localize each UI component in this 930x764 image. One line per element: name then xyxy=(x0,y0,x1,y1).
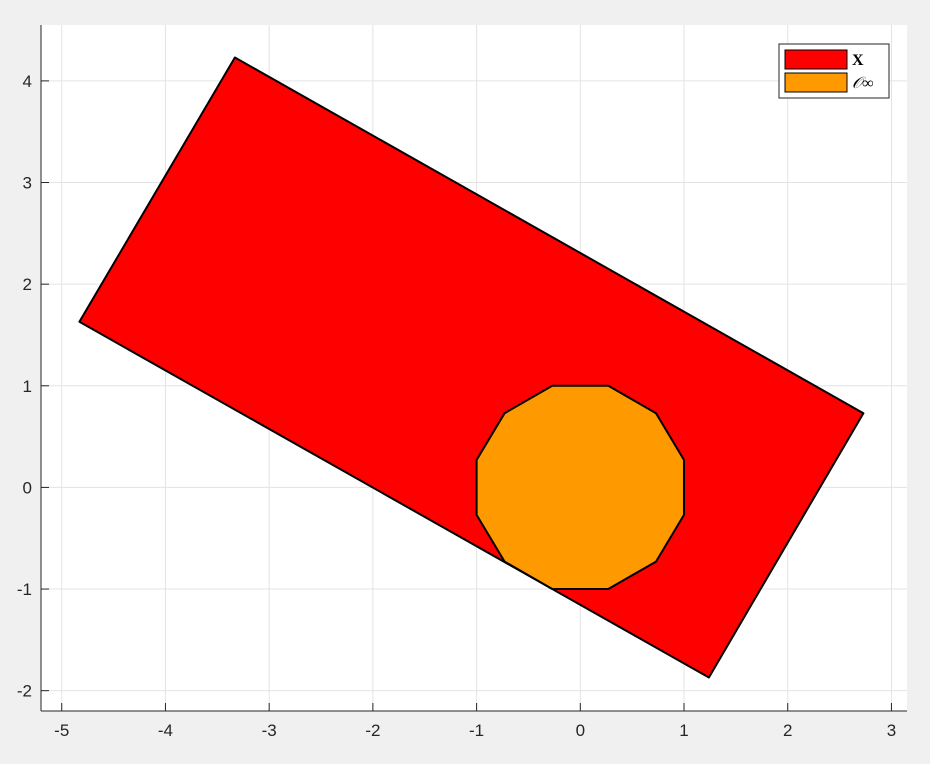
x-tick-label: 3 xyxy=(887,721,896,740)
legend: X 𝒪∞ xyxy=(778,43,890,99)
x-tick-label: -3 xyxy=(262,721,277,740)
chart-figure: -5 -4 -3 -2 -1 0 1 2 3 -2 -1 0 1 2 3 4 X 𝒪∞ xyxy=(17,25,907,740)
y-tick-label: 3 xyxy=(23,174,32,193)
x-tick-label: -4 xyxy=(158,721,173,740)
x-tick-labels: -5 -4 -3 -2 -1 0 1 2 3 xyxy=(54,721,896,740)
y-tick-label: 0 xyxy=(23,478,32,497)
x-tick-label: -2 xyxy=(365,721,380,740)
y-tick-label: 2 xyxy=(23,275,32,294)
legend-swatch-o-infinity xyxy=(784,72,848,93)
legend-label-x: X xyxy=(852,52,864,69)
x-tick-label: -5 xyxy=(54,721,69,740)
y-tick-label: -2 xyxy=(17,682,32,701)
y-tick-label: 1 xyxy=(23,377,32,396)
y-tick-labels: -2 -1 0 1 2 3 4 xyxy=(17,72,32,701)
x-tick-label: -1 xyxy=(469,721,484,740)
x-tick-label: 0 xyxy=(576,721,585,740)
legend-swatch-x xyxy=(784,49,848,70)
x-tick-label: 2 xyxy=(783,721,792,740)
y-tick-label: -1 xyxy=(17,580,32,599)
x-tick-label: 1 xyxy=(679,721,688,740)
legend-label-o-infinity: 𝒪∞ xyxy=(852,75,874,92)
polytope-o-infinity xyxy=(475,384,685,590)
y-tick-label: 4 xyxy=(23,72,32,91)
